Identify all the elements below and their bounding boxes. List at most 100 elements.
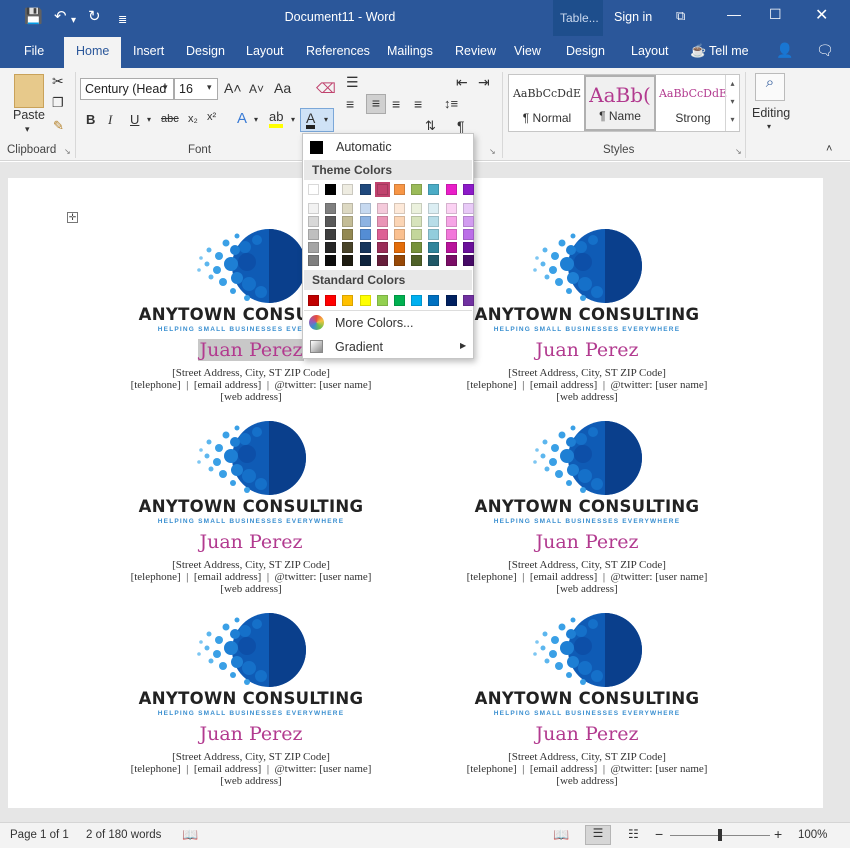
theme-shade-swatch[interactable] xyxy=(359,242,371,253)
copy-icon[interactable]: ❐ xyxy=(52,95,64,111)
theme-shade-swatch[interactable] xyxy=(445,229,457,240)
theme-color-swatch[interactable] xyxy=(374,182,390,197)
standard-color-swatch[interactable] xyxy=(325,295,337,306)
theme-shade-swatch[interactable] xyxy=(342,229,354,240)
business-card[interactable]: ANYTOWN CONSULTING HELPING SMALL BUSINESS… xyxy=(101,612,401,798)
theme-shade-swatch[interactable] xyxy=(308,255,319,266)
theme-shade-swatch[interactable] xyxy=(376,255,388,266)
paste-dropdown-icon[interactable]: ▾ xyxy=(25,124,30,135)
company-name[interactable]: ANYTOWN CONSULTING xyxy=(437,497,737,516)
selected-name-text[interactable]: Juan Perez xyxy=(197,339,305,361)
name-text[interactable]: Juan Perez xyxy=(536,531,639,553)
justify-icon[interactable]: ≡ xyxy=(414,96,422,112)
theme-shade-swatch[interactable] xyxy=(342,216,354,227)
theme-shade-swatch[interactable] xyxy=(462,229,474,240)
bold-icon[interactable]: B xyxy=(86,112,95,127)
tab-insert[interactable]: Insert xyxy=(133,44,164,58)
cut-icon[interactable]: ✂ xyxy=(52,73,64,90)
show-marks-icon[interactable]: ¶ xyxy=(457,118,465,134)
tab-review[interactable]: Review xyxy=(455,44,496,58)
underline-dropdown-icon[interactable]: ▾ xyxy=(147,115,151,124)
business-card[interactable]: ANYTOWN CONSULTING HELPING SMALL BUSINESS… xyxy=(437,420,737,606)
company-tagline[interactable]: HELPING SMALL BUSINESSES EVERYWHERE xyxy=(101,710,401,717)
theme-shade-swatch[interactable] xyxy=(394,203,405,214)
align-right-icon[interactable]: ≡ xyxy=(392,96,400,112)
minimize-icon[interactable]: — xyxy=(727,6,741,22)
theme-shade-swatch[interactable] xyxy=(462,242,474,253)
tell-me-box[interactable]: Tell me xyxy=(709,44,749,58)
web-line[interactable]: [web address] xyxy=(101,583,401,595)
theme-color-swatch[interactable] xyxy=(394,184,405,195)
name-text[interactable]: Juan Perez xyxy=(536,339,639,361)
theme-shade-swatch[interactable] xyxy=(411,203,423,214)
company-name[interactable]: ANYTOWN CONSULTING xyxy=(437,305,737,324)
font-name-box[interactable]: Century (Head xyxy=(80,78,174,100)
company-name[interactable]: ANYTOWN CONSULTING xyxy=(437,689,737,708)
company-name[interactable]: ANYTOWN CONSULTING xyxy=(101,689,401,708)
theme-shade-swatch[interactable] xyxy=(462,216,474,227)
company-tagline[interactable]: HELPING SMALL BUSINESSES EVERYWHERE xyxy=(101,518,401,525)
theme-shade-swatch[interactable] xyxy=(359,216,371,227)
address-line[interactable]: [Street Address, City, ST ZIP Code] xyxy=(437,559,737,571)
address-line[interactable]: [Street Address, City, ST ZIP Code] xyxy=(437,751,737,763)
web-line[interactable]: [web address] xyxy=(101,391,401,403)
theme-shade-swatch[interactable] xyxy=(308,242,319,253)
bullets-icon[interactable]: ☰ xyxy=(346,74,359,91)
tab-home[interactable]: Home xyxy=(64,37,122,68)
name-text[interactable]: Juan Perez xyxy=(536,723,639,745)
address-line[interactable]: [Street Address, City, ST ZIP Code] xyxy=(101,559,401,571)
theme-shade-swatch[interactable] xyxy=(394,242,405,253)
align-left-icon[interactable]: ≡ xyxy=(346,96,354,112)
theme-shade-swatch[interactable] xyxy=(376,216,388,227)
automatic-color-item[interactable]: Automatic xyxy=(304,136,472,158)
theme-shade-swatch[interactable] xyxy=(428,255,440,266)
web-line[interactable]: [web address] xyxy=(437,775,737,787)
line-spacing-icon[interactable]: ↕≡ xyxy=(444,96,458,111)
proofing-icon[interactable]: 📖 xyxy=(182,827,198,843)
theme-shade-swatch[interactable] xyxy=(359,229,371,240)
standard-color-swatch[interactable] xyxy=(445,295,457,306)
theme-color-swatch[interactable] xyxy=(325,184,337,195)
format-painter-icon[interactable]: ✎ xyxy=(53,118,64,134)
underline-icon[interactable]: U xyxy=(130,112,139,127)
theme-shade-swatch[interactable] xyxy=(428,216,440,227)
contact-line[interactable]: [telephone] | [email address] | @twitter… xyxy=(437,571,737,583)
text-effects-icon[interactable]: A xyxy=(237,110,247,127)
theme-shade-swatch[interactable] xyxy=(445,203,457,214)
theme-shade-swatch[interactable] xyxy=(376,229,388,240)
tab-references[interactable]: References xyxy=(306,44,370,58)
maximize-icon[interactable]: ☐ xyxy=(769,6,782,23)
page-count[interactable]: Page 1 of 1 xyxy=(10,829,69,841)
address-line[interactable]: [Street Address, City, ST ZIP Code] xyxy=(101,751,401,763)
zoom-out-icon[interactable]: − xyxy=(655,826,663,842)
grow-font-icon[interactable]: A˄ xyxy=(224,80,242,96)
theme-shade-swatch[interactable] xyxy=(428,242,440,253)
clipboard-launcher-icon[interactable]: ↘ xyxy=(64,147,71,156)
theme-shade-swatch[interactable] xyxy=(342,242,354,253)
theme-shade-swatch[interactable] xyxy=(411,216,423,227)
font-color-button[interactable]: A ▾ xyxy=(300,108,334,132)
paste-icon[interactable] xyxy=(14,74,44,108)
business-card[interactable]: ANYTOWN CONSULTING HELPING SMALL BUSINESS… xyxy=(101,420,401,606)
name-text[interactable]: Juan Perez xyxy=(200,531,303,553)
theme-shade-swatch[interactable] xyxy=(308,216,319,227)
theme-shade-swatch[interactable] xyxy=(325,229,337,240)
font-name-dropdown-icon[interactable]: ▾ xyxy=(163,82,168,93)
company-tagline[interactable]: HELPING SMALL BUSINESSES EVERYWHERE xyxy=(437,710,737,717)
change-case-icon[interactable]: Aa xyxy=(274,80,291,96)
theme-shade-swatch[interactable] xyxy=(325,203,337,214)
print-layout-icon[interactable]: ☰ xyxy=(585,825,611,845)
zoom-slider-thumb[interactable] xyxy=(718,829,722,841)
web-line[interactable]: [web address] xyxy=(101,775,401,787)
business-card[interactable]: ANYTOWN CONSULTING HELPING SMALL BUSINESS… xyxy=(437,612,737,798)
italic-icon[interactable]: I xyxy=(108,112,112,128)
decrease-indent-icon[interactable]: ⇤ xyxy=(456,74,468,91)
theme-shade-swatch[interactable] xyxy=(445,242,457,253)
paragraph-launcher-icon[interactable]: ↘ xyxy=(489,147,496,156)
tab-file[interactable]: File xyxy=(24,44,44,58)
contact-line[interactable]: [telephone] | [email address] | @twitter… xyxy=(101,379,401,391)
theme-shade-swatch[interactable] xyxy=(308,229,319,240)
gradient-item[interactable]: Gradient ▶ xyxy=(304,336,472,358)
business-card[interactable]: ANYTOWN CONSULTING HELPING SMALL BUSINESS… xyxy=(437,228,737,414)
strikethrough-icon[interactable]: abc xyxy=(161,113,179,125)
